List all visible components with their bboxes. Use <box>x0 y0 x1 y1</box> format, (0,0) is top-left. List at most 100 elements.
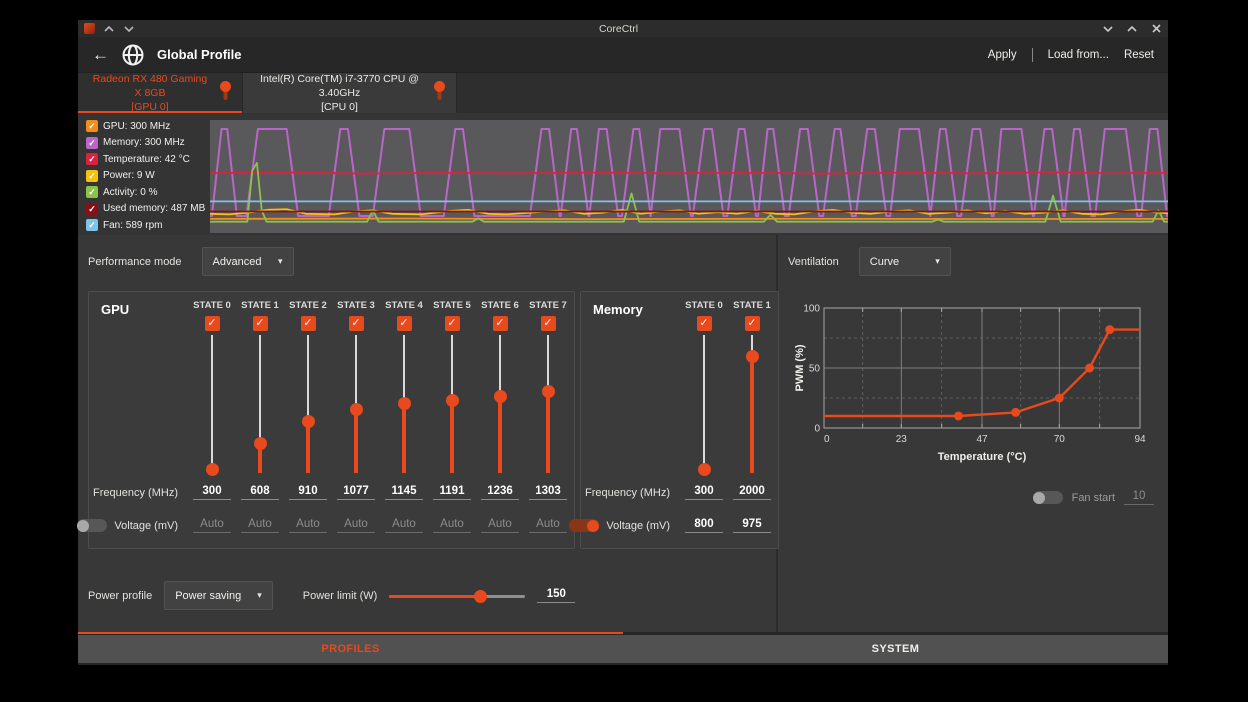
gpu-state-7-frequency[interactable]: 1303 <box>529 485 567 500</box>
gpu-state-7-slider[interactable] <box>541 335 555 473</box>
tab-system[interactable]: SYSTEM <box>623 635 1168 663</box>
gpu-state-5-checkbox[interactable] <box>445 316 460 331</box>
gpu-state-3-slider[interactable] <box>349 335 363 473</box>
checkbox-gpu[interactable] <box>86 120 98 132</box>
gpu-state-4-frequency[interactable]: 1145 <box>385 485 423 500</box>
monitoring-section: GPU: 300 MHz Memory: 300 MHz Temperature… <box>78 113 1168 235</box>
memory-state-0-frequency[interactable]: 300 <box>685 485 723 500</box>
checkbox-power[interactable] <box>86 170 98 182</box>
gpu-state-6-checkbox[interactable] <box>493 316 508 331</box>
legend-item-used-memory[interactable]: Used memory: 487 MB <box>86 203 204 215</box>
close-icon[interactable] <box>1150 24 1162 34</box>
gpu-state-0-frequency[interactable]: 300 <box>193 485 231 500</box>
tab-gpu0-id: [GPU 0] <box>131 101 168 113</box>
ventilation-mode-dropdown[interactable]: Curve▾ <box>859 247 951 276</box>
load-from-button[interactable]: Load from... <box>1048 49 1109 61</box>
performance-mode-label: Performance mode <box>88 256 182 268</box>
keep-above-icon[interactable] <box>103 24 115 34</box>
gpu-state-2-slider[interactable] <box>301 335 315 473</box>
gpu-state-0-checkbox[interactable] <box>205 316 220 331</box>
power-profile-label: Power profile <box>88 590 152 602</box>
tab-gpu0[interactable]: Radeon RX 480 Gaming X 8GB [GPU 0] <box>78 73 243 113</box>
gpu-state-0-header: STATE 0 <box>188 300 236 331</box>
gpu-state-5-slider[interactable] <box>445 335 459 473</box>
gpu-state-6-voltage[interactable]: Auto <box>481 518 519 533</box>
gpu-state-4-slider[interactable] <box>397 335 411 473</box>
legend-item-temperature[interactable]: Temperature: 42 °C <box>86 153 204 165</box>
legend-item-fan[interactable]: Fan: 589 rpm <box>86 219 204 231</box>
gpu-state-3-checkbox[interactable] <box>349 316 364 331</box>
gpu-state-5-voltage[interactable]: Auto <box>433 518 471 533</box>
header: ← Global Profile Apply Load from... Rese… <box>78 37 1168 72</box>
gpu-state-2-checkbox[interactable] <box>301 316 316 331</box>
tab-cpu0-id: [CPU 0] <box>321 101 358 113</box>
tab-cpu0[interactable]: Intel(R) Core(TM) i7-3770 CPU @ 3.40GHz … <box>243 73 457 113</box>
gpu-state-0-slider[interactable] <box>205 335 219 473</box>
memory-states-panel: Memory STATE 0 STATE 1 Frequency (MHz) 3… <box>580 291 779 549</box>
performance-mode-dropdown[interactable]: Advanced▾ <box>202 247 294 276</box>
svg-text:94: 94 <box>1134 434 1146 445</box>
memory-state-0-voltage[interactable]: 800 <box>685 518 723 533</box>
legend-item-memory[interactable]: Memory: 300 MHz <box>86 137 204 149</box>
gpu-state-6-slider[interactable] <box>493 335 507 473</box>
power-limit-value[interactable]: 150 <box>537 588 575 603</box>
power-profile-dropdown[interactable]: Power saving▾ <box>164 581 273 610</box>
checkbox-fan[interactable] <box>86 219 98 231</box>
reset-button[interactable]: Reset <box>1124 49 1154 61</box>
legend-item-power[interactable]: Power: 9 W <box>86 170 204 182</box>
memory-state-0-slider[interactable] <box>697 335 711 473</box>
gpu-state-1-frequency[interactable]: 608 <box>241 485 279 500</box>
memory-state-0-checkbox[interactable] <box>697 316 712 331</box>
checkbox-activity[interactable] <box>86 186 98 198</box>
fan-curve-chart[interactable]: 023477094050100Temperature (°C)PWM (%) <box>794 300 1168 472</box>
gpu-state-2-voltage[interactable]: Auto <box>289 518 327 533</box>
gpu-state-5-frequency[interactable]: 1191 <box>433 485 471 500</box>
gpu-state-2-frequency[interactable]: 910 <box>289 485 327 500</box>
gpu-state-1-checkbox[interactable] <box>253 316 268 331</box>
apply-button[interactable]: Apply <box>988 49 1017 61</box>
gpu-state-1-header: STATE 1 <box>236 300 284 331</box>
gpu-state-6-frequency[interactable]: 1236 <box>481 485 519 500</box>
memory-state-1-frequency[interactable]: 2000 <box>733 485 771 500</box>
gpu-state-1-slider[interactable] <box>253 335 267 473</box>
memory-voltage-label: Voltage (mV) <box>606 520 670 532</box>
keep-below-icon[interactable] <box>123 24 135 34</box>
active-tab-indicator <box>78 632 623 634</box>
gpu-state-4-voltage[interactable]: Auto <box>385 518 423 533</box>
fan-start-toggle[interactable] <box>1033 491 1063 504</box>
gpu-state-7-checkbox[interactable] <box>541 316 556 331</box>
gpu-state-7-header: STATE 7 <box>524 300 572 331</box>
memory-state-1-voltage[interactable]: 975 <box>733 518 771 533</box>
minimize-icon[interactable] <box>1102 24 1114 34</box>
ventilation-label: Ventilation <box>788 256 839 268</box>
gpu-state-1-voltage[interactable]: Auto <box>241 518 279 533</box>
legend-item-gpu[interactable]: GPU: 300 MHz <box>86 120 204 132</box>
gpu-state-3-frequency[interactable]: 1077 <box>337 485 375 500</box>
gpu-voltage-toggle[interactable] <box>77 519 107 532</box>
ventilation-section: Ventilation Curve▾ 023477094050100Temper… <box>778 235 1168 632</box>
checkbox-memory[interactable] <box>86 137 98 149</box>
gpu-panel-title: GPU <box>93 300 188 317</box>
gpu-state-4-checkbox[interactable] <box>397 316 412 331</box>
svg-text:70: 70 <box>1054 434 1066 445</box>
checkbox-used-memory[interactable] <box>86 203 98 215</box>
memory-panel-title: Memory <box>585 300 680 317</box>
tab-profiles[interactable]: PROFILES <box>78 635 623 663</box>
checkbox-temperature[interactable] <box>86 153 98 165</box>
maximize-icon[interactable] <box>1126 24 1138 34</box>
svg-text:PWM (%): PWM (%) <box>794 344 806 391</box>
back-button[interactable]: ← <box>92 46 109 63</box>
power-limit-slider[interactable] <box>389 589 525 603</box>
gpu-state-0-voltage[interactable]: Auto <box>193 518 231 533</box>
svg-text:23: 23 <box>896 434 908 445</box>
legend-item-activity[interactable]: Activity: 0 % <box>86 186 204 198</box>
memory-voltage-toggle[interactable] <box>569 519 599 532</box>
pin-icon <box>433 80 446 107</box>
app-icon <box>84 23 95 34</box>
memory-state-1-slider[interactable] <box>745 335 759 473</box>
gpu-state-7-voltage[interactable]: Auto <box>529 518 567 533</box>
fan-start-value[interactable]: 10 <box>1124 490 1154 505</box>
memory-state-1-checkbox[interactable] <box>745 316 760 331</box>
gpu-state-3-voltage[interactable]: Auto <box>337 518 375 533</box>
svg-text:0: 0 <box>814 424 820 435</box>
